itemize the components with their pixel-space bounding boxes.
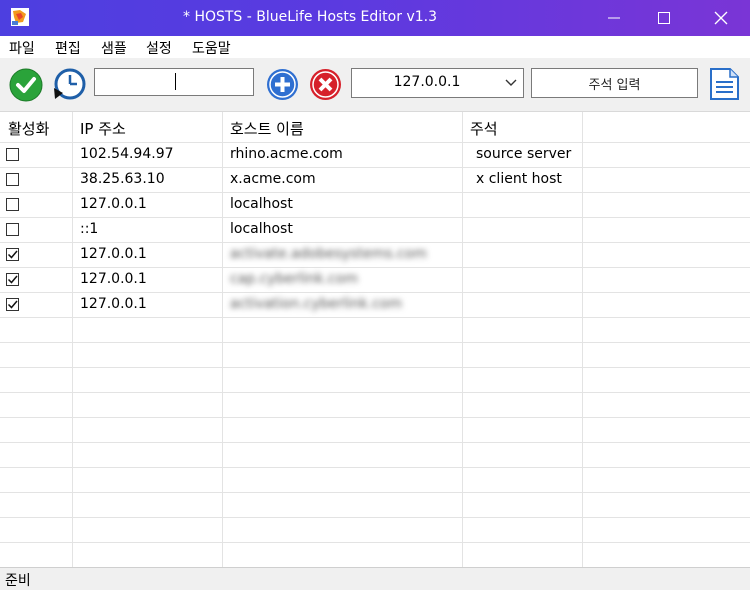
ip-cell: ::1 <box>80 221 99 237</box>
plus-circle-icon[interactable] <box>266 68 299 101</box>
ip-cell: 127.0.0.1 <box>80 296 147 312</box>
checkmark-icon <box>7 275 18 284</box>
table-row[interactable]: ::1 localhost <box>0 217 750 242</box>
ip-cell: 127.0.0.1 <box>80 246 147 262</box>
ip-cell: 102.54.94.97 <box>80 146 174 162</box>
column-header-comment[interactable]: 주석 <box>470 118 498 139</box>
menu-settings[interactable]: 설정 <box>146 38 172 58</box>
minimize-button[interactable] <box>591 0 637 36</box>
checkmark-icon <box>7 250 18 259</box>
empty-row <box>0 392 750 417</box>
menu-bar: 파일 편집 샘플 설정 도움말 <box>0 36 750 58</box>
maximize-button[interactable] <box>641 0 687 36</box>
empty-row <box>0 317 750 342</box>
empty-row <box>0 542 750 567</box>
menu-file[interactable]: 파일 <box>9 38 35 58</box>
close-button[interactable] <box>698 0 744 36</box>
check-circle-icon[interactable] <box>9 68 43 102</box>
empty-row <box>0 442 750 467</box>
hostname-cell: localhost <box>230 221 293 237</box>
toolbar: 127.0.0.1 주석 입력 <box>0 58 750 111</box>
hostname-cell: activation.cyberlink.com <box>230 296 403 312</box>
status-text: 준비 <box>5 573 31 589</box>
empty-row <box>0 367 750 392</box>
hostname-cell: rhino.acme.com <box>230 146 343 162</box>
menu-samples[interactable]: 샘플 <box>101 38 127 58</box>
comment-input[interactable]: 주석 입력 <box>531 68 698 98</box>
column-header-enabled[interactable]: 활성화 <box>8 118 49 139</box>
hosts-table: 활성화 IP 주소 호스트 이름 주석 102.54.94.97 rhino.ac… <box>0 111 750 568</box>
x-circle-icon[interactable] <box>309 68 342 101</box>
text-caret <box>175 73 176 90</box>
ip-address-select[interactable]: 127.0.0.1 <box>351 68 524 98</box>
clock-icon[interactable] <box>52 68 86 102</box>
comment-cell: source server <box>476 146 572 162</box>
enable-checkbox[interactable] <box>6 298 19 311</box>
close-icon <box>714 11 728 25</box>
table-row[interactable]: 127.0.0.1 activate.adobesystems.com <box>0 242 750 267</box>
enable-checkbox[interactable] <box>6 198 19 211</box>
minimize-icon <box>608 17 620 19</box>
enable-checkbox[interactable] <box>6 223 19 236</box>
enable-checkbox[interactable] <box>6 248 19 261</box>
title-bar: * HOSTS - BlueLife Hosts Editor v1.3 <box>0 0 750 36</box>
table-row[interactable]: 127.0.0.1 cap.cyberlink.com <box>0 267 750 292</box>
empty-row <box>0 492 750 517</box>
ip-select-value: 127.0.0.1 <box>393 74 461 90</box>
ip-cell: 127.0.0.1 <box>80 271 147 287</box>
enable-checkbox[interactable] <box>6 273 19 286</box>
enable-checkbox[interactable] <box>6 173 19 186</box>
empty-row <box>0 517 750 542</box>
menu-edit[interactable]: 편집 <box>55 38 81 58</box>
comment-cell: x client host <box>476 171 562 187</box>
document-icon[interactable] <box>708 68 740 100</box>
empty-row <box>0 342 750 367</box>
hostname-cell: localhost <box>230 196 293 212</box>
chevron-down-icon <box>505 79 517 86</box>
column-header-hostname[interactable]: 호스트 이름 <box>230 118 304 139</box>
table-row[interactable]: 127.0.0.1 localhost <box>0 192 750 217</box>
hostname-entry-field[interactable] <box>94 68 254 96</box>
checkmark-icon <box>7 300 18 309</box>
hostname-cell: cap.cyberlink.com <box>230 271 358 287</box>
enable-checkbox[interactable] <box>6 148 19 161</box>
status-bar: 준비 <box>0 567 750 590</box>
empty-row <box>0 467 750 492</box>
ip-cell: 127.0.0.1 <box>80 196 147 212</box>
hostname-cell: activate.adobesystems.com <box>230 246 427 262</box>
ip-cell: 38.25.63.10 <box>80 171 165 187</box>
window-title: * HOSTS - BlueLife Hosts Editor v1.3 <box>183 9 437 25</box>
hostname-cell: x.acme.com <box>230 171 316 187</box>
menu-help[interactable]: 도움말 <box>192 38 231 58</box>
maximize-icon <box>658 12 670 24</box>
table-row[interactable]: 127.0.0.1 activation.cyberlink.com <box>0 292 750 317</box>
table-header: 활성화 IP 주소 호스트 이름 주석 <box>0 112 750 142</box>
empty-row <box>0 417 750 442</box>
table-row[interactable]: 38.25.63.10 x.acme.com x client host <box>0 167 750 192</box>
column-header-ip[interactable]: IP 주소 <box>80 118 126 139</box>
table-row[interactable]: 102.54.94.97 rhino.acme.com source server <box>0 142 750 167</box>
